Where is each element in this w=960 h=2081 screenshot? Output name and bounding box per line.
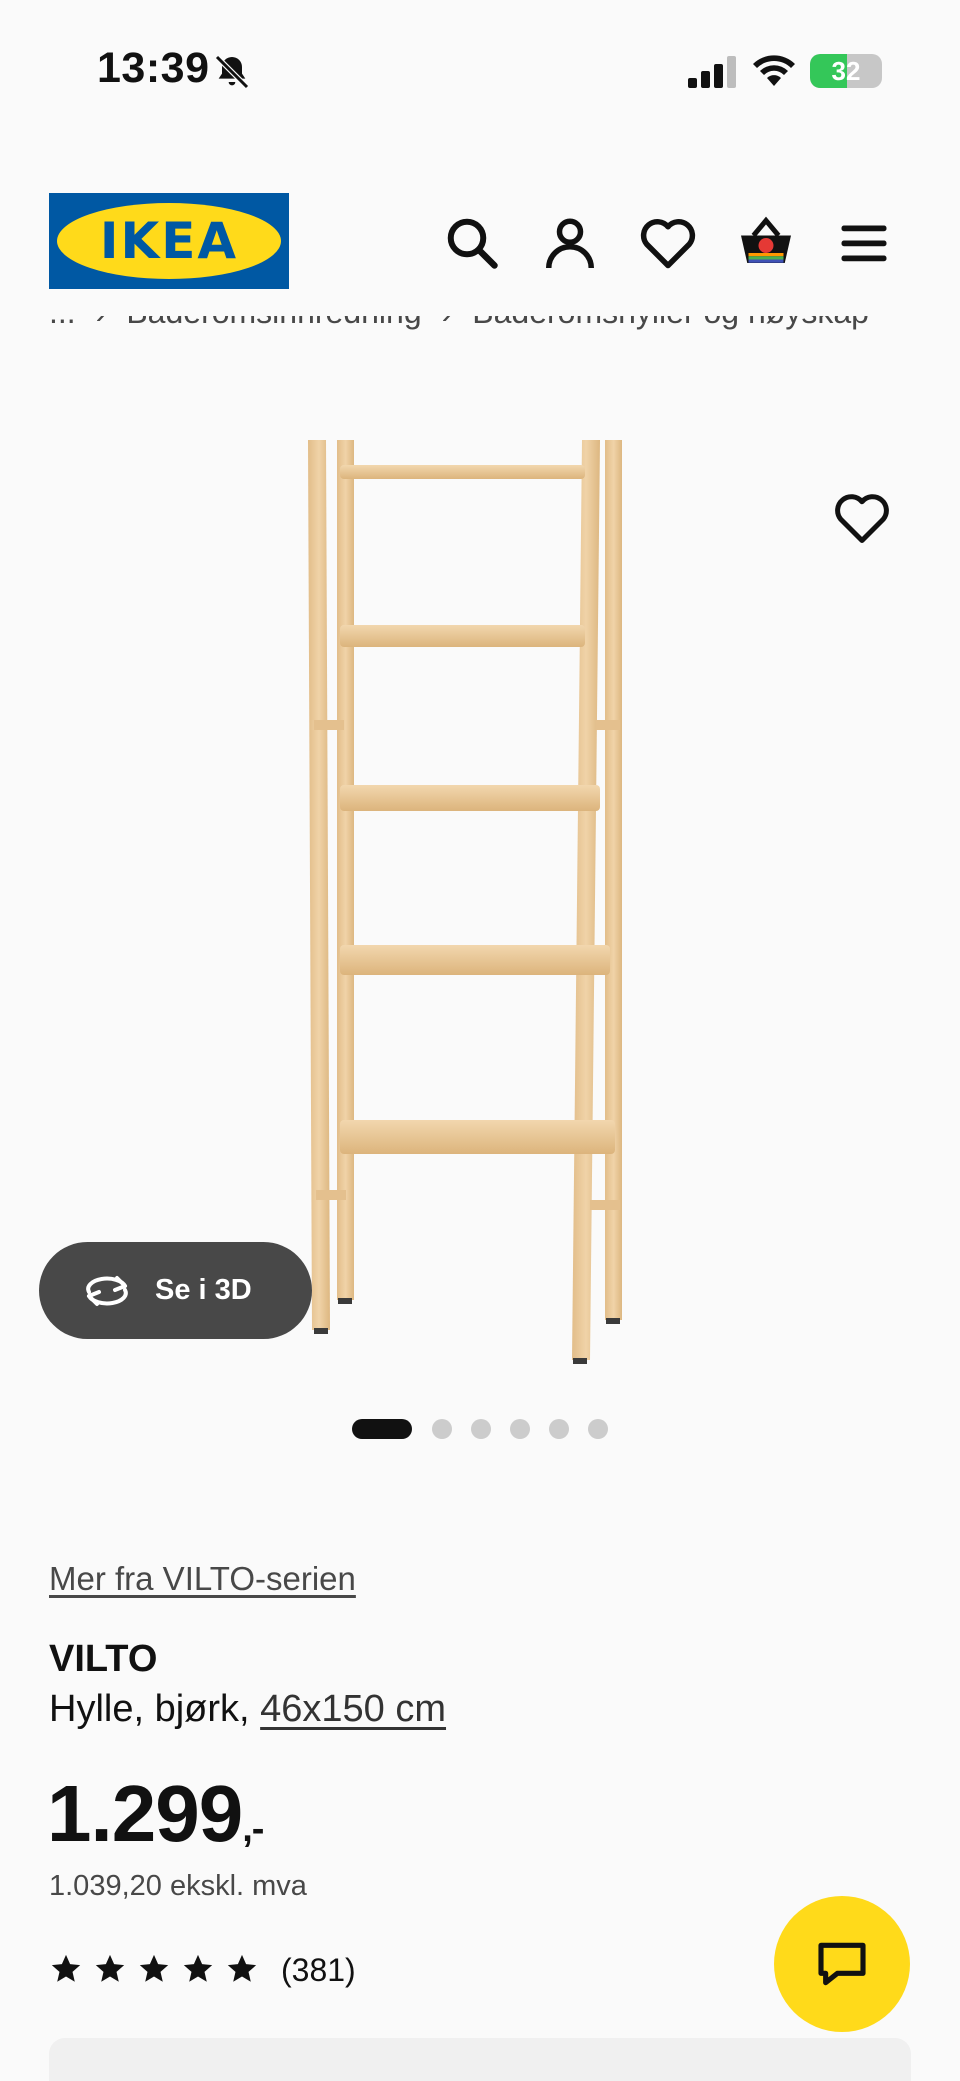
price-main: 1.299 [47, 1769, 243, 1858]
status-bar: 13:39 32 [0, 0, 960, 120]
search-icon[interactable] [442, 213, 502, 273]
chevron-right-icon: › [96, 316, 107, 330]
star-icon [139, 1954, 169, 1982]
product-image[interactable] [300, 430, 670, 1370]
breadcrumb-row: ... › Baderomsinnredning › Baderomshyller og… [49, 316, 869, 331]
series-link[interactable]: Mer fra VILTO-serien [49, 1560, 356, 1598]
ikea-logo[interactable]: IKEA [49, 193, 289, 289]
star-icon [227, 1954, 257, 1982]
product-type: Hylle, bjørk, [49, 1688, 250, 1730]
chat-bubble-icon [818, 1942, 866, 1986]
cellular-signal-icon [688, 56, 736, 88]
breadcrumb: ... › Baderomsinnredning › Baderomshyller og… [49, 316, 949, 356]
pagination-dot[interactable] [471, 1419, 491, 1439]
battery-charging-icon: 32 [810, 54, 882, 88]
breadcrumb-item[interactable]: Baderomshyller og høyskap [472, 316, 869, 330]
star-icon [183, 1954, 213, 1982]
product-name: VILTO [49, 1638, 158, 1680]
breadcrumb-item[interactable]: Baderomsinnredning [126, 316, 421, 330]
price-excl-vat: 1.039,20 ekskl. mva [49, 1870, 307, 1902]
pagination-dot[interactable] [549, 1419, 569, 1439]
price-suffix: ,- [242, 1808, 264, 1850]
logo-text: IKEA [99, 212, 239, 270]
gallery-pagination [352, 1416, 612, 1440]
pagination-dot-active[interactable] [352, 1419, 412, 1439]
pagination-dot[interactable] [510, 1419, 530, 1439]
star-icon [95, 1954, 125, 1982]
menu-icon[interactable] [834, 213, 894, 273]
chevron-right-icon: › [442, 316, 453, 330]
breadcrumb-ellipsis[interactable]: ... [49, 316, 76, 330]
product-price: 1.299,- [47, 1768, 264, 1860]
next-section-card [49, 2038, 911, 2081]
rating-count: (381) [281, 1952, 356, 1988]
product-description: Hylle, bjørk, 46x150 cm [49, 1688, 446, 1731]
bell-slash-icon [215, 55, 249, 89]
heart-icon[interactable] [638, 213, 698, 273]
chat-button[interactable] [774, 1896, 910, 2032]
site-header: IKEA [0, 150, 960, 300]
see-in-3d-button[interactable]: Se i 3D [39, 1242, 312, 1339]
star-icon [51, 1954, 81, 1982]
user-icon[interactable] [540, 213, 600, 273]
wifi-icon [753, 55, 795, 86]
pagination-dot[interactable] [588, 1419, 608, 1439]
see-in-3d-label: Se i 3D [155, 1274, 252, 1306]
product-size-link[interactable]: 46x150 cm [260, 1688, 446, 1730]
rotate-3d-icon [86, 1276, 128, 1306]
add-to-favourites-icon[interactable] [832, 488, 892, 548]
status-time: 13:39 [97, 44, 210, 92]
pagination-dot[interactable] [432, 1419, 452, 1439]
battery-level: 32 [831, 56, 861, 86]
product-rating[interactable]: (381) [49, 1950, 449, 1990]
shopping-basket-icon[interactable] [736, 213, 796, 273]
